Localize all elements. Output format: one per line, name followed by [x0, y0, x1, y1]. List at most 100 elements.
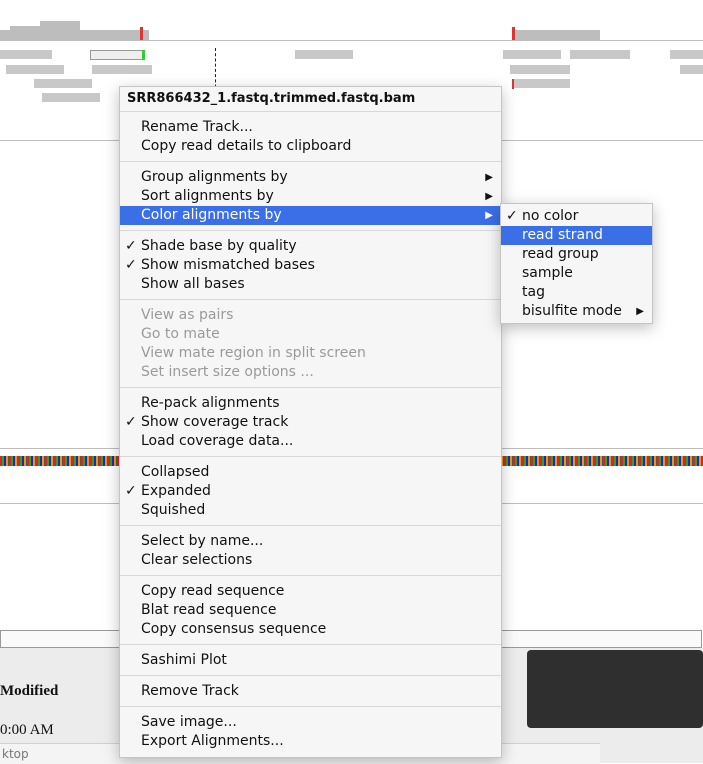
menu-item-re-pack-alignments[interactable]: Re-pack alignments — [120, 394, 501, 413]
submenu-arrow-icon: ▶ — [485, 191, 493, 202]
menu-item-go-to-mate: Go to mate — [120, 325, 501, 344]
menu-item-read-group[interactable]: read group — [501, 245, 652, 264]
coverage-bar — [10, 26, 40, 30]
menu-item-label: read group — [522, 246, 599, 262]
menu-title: SRR866432_1.fastq.trimmed.fastq.bam — [127, 91, 416, 106]
menu-item-label: Rename Track... — [141, 119, 253, 135]
menu-item-copy-consensus-sequence[interactable]: Copy consensus sequence — [120, 620, 501, 639]
menu-item-label: Copy read details to clipboard — [141, 138, 352, 154]
time-label: 0:00 AM — [0, 722, 54, 738]
read[interactable] — [670, 50, 703, 59]
menu-item-label: Color alignments by — [141, 207, 282, 223]
menu-item-label: Copy consensus sequence — [141, 621, 327, 637]
menu-item-group-alignments-by[interactable]: Group alignments by ▶ — [120, 168, 501, 187]
menu-item-label: Save image... — [141, 714, 237, 730]
menu-separator — [120, 299, 501, 300]
menu-item-load-coverage-data[interactable]: Load coverage data... — [120, 432, 501, 451]
coverage-baseline — [0, 40, 703, 41]
menu-item-label: View mate region in split screen — [141, 345, 366, 361]
menu-item-show-all-bases[interactable]: Show all bases — [120, 275, 501, 294]
checkmark-icon: ✓ — [125, 257, 137, 273]
read[interactable] — [92, 65, 152, 74]
menu-item-bisulfite-mode[interactable]: bisulfite mode ▶ — [501, 302, 652, 321]
read[interactable] — [570, 50, 630, 59]
menu-item-shade-base-by-quality[interactable]: ✓ Shade base by quality — [120, 237, 501, 256]
menu-item-label: Clear selections — [141, 552, 253, 568]
read[interactable] — [680, 65, 703, 74]
menu-separator — [120, 575, 501, 576]
menu-item-label: Sort alignments by — [141, 188, 274, 204]
menu-item-label: Export Alignments... — [141, 733, 284, 749]
read[interactable] — [90, 50, 144, 60]
submenu-arrow-icon: ▶ — [485, 172, 493, 183]
menu-item-save-image[interactable]: Save image... — [120, 713, 501, 732]
menu-item-label: Blat read sequence — [141, 602, 277, 618]
menu-item-remove-track[interactable]: Remove Track — [120, 682, 501, 701]
menu-item-no-color[interactable]: ✓ no color — [501, 207, 652, 226]
read[interactable] — [0, 50, 52, 59]
dark-panel — [527, 650, 703, 728]
menu-item-label: sample — [522, 265, 573, 281]
read[interactable] — [512, 79, 570, 88]
menu-item-tag[interactable]: tag — [501, 283, 652, 302]
menu-item-label: Group alignments by — [141, 169, 288, 185]
read[interactable] — [6, 65, 64, 74]
menu-item-show-coverage-track[interactable]: ✓ Show coverage track — [120, 413, 501, 432]
menu-item-set-insert-size-options: Set insert size options ... — [120, 363, 501, 382]
track-context-menu: SRR866432_1.fastq.trimmed.fastq.bam Rena… — [119, 86, 502, 758]
menu-item-copy-read-sequence[interactable]: Copy read sequence — [120, 582, 501, 601]
menu-separator — [120, 644, 501, 645]
menu-item-sort-alignments-by[interactable]: Sort alignments by ▶ — [120, 187, 501, 206]
menu-item-sample[interactable]: sample — [501, 264, 652, 283]
menu-item-blat-read-sequence[interactable]: Blat read sequence — [120, 601, 501, 620]
menu-item-expanded[interactable]: ✓ Expanded — [120, 482, 501, 501]
read-mismatch — [142, 50, 145, 60]
menu-separator — [120, 111, 501, 112]
menu-item-label: no color — [522, 208, 579, 224]
menu-item-read-strand[interactable]: read strand — [501, 226, 652, 245]
read[interactable] — [503, 50, 561, 59]
coverage-bar — [143, 30, 149, 40]
read[interactable] — [34, 79, 92, 88]
menu-item-color-alignments-by[interactable]: Color alignments by ▶ — [120, 206, 501, 225]
menu-item-rename-track[interactable]: Rename Track... — [120, 118, 501, 137]
menu-item-label: Shade base by quality — [141, 238, 297, 254]
menu-item-view-as-pairs: View as pairs — [120, 306, 501, 325]
menu-separator — [120, 525, 501, 526]
menu-item-clear-selections[interactable]: Clear selections — [120, 551, 501, 570]
menu-item-label: bisulfite mode — [522, 303, 622, 319]
menu-item-label: Copy read sequence — [141, 583, 285, 599]
menu-item-export-alignments[interactable]: Export Alignments... — [120, 732, 501, 751]
read[interactable] — [42, 93, 100, 102]
submenu-arrow-icon: ▶ — [485, 210, 493, 221]
menu-item-collapsed[interactable]: Collapsed — [120, 463, 501, 482]
menu-item-label: Re-pack alignments — [141, 395, 280, 411]
checkmark-icon: ✓ — [125, 414, 137, 430]
menu-item-select-by-name[interactable]: Select by name... — [120, 532, 501, 551]
menu-separator — [120, 161, 501, 162]
coverage-bar — [512, 30, 600, 40]
read-mismatch — [512, 79, 514, 89]
menu-item-label: Collapsed — [141, 464, 210, 480]
menu-item-view-mate-region-in-split-screen: View mate region in split screen — [120, 344, 501, 363]
menu-item-label: Remove Track — [141, 683, 239, 699]
menu-separator — [120, 456, 501, 457]
submenu-arrow-icon: ▶ — [636, 306, 644, 317]
bottom-strip-text: ktop — [2, 747, 29, 761]
menu-item-label: tag — [522, 284, 545, 300]
menu-separator — [120, 387, 501, 388]
menu-item-label: Set insert size options ... — [141, 364, 314, 380]
color-alignments-submenu: ✓ no color read strand read group sample tag b… — [500, 203, 653, 324]
menu-item-sashimi-plot[interactable]: Sashimi Plot — [120, 651, 501, 670]
read[interactable] — [510, 65, 570, 74]
menu-item-label: Load coverage data... — [141, 433, 294, 449]
menu-item-label: Select by name... — [141, 533, 264, 549]
menu-item-label: read strand — [522, 227, 603, 243]
menu-item-label: Show coverage track — [141, 414, 289, 430]
menu-item-squished[interactable]: Squished — [120, 501, 501, 520]
menu-item-label: View as pairs — [141, 307, 234, 323]
menu-item-show-mismatched-bases[interactable]: ✓ Show mismatched bases — [120, 256, 501, 275]
read[interactable] — [295, 50, 353, 59]
checkmark-icon: ✓ — [125, 483, 137, 499]
menu-item-copy-read-details-to-clipboard[interactable]: Copy read details to clipboard — [120, 137, 501, 156]
